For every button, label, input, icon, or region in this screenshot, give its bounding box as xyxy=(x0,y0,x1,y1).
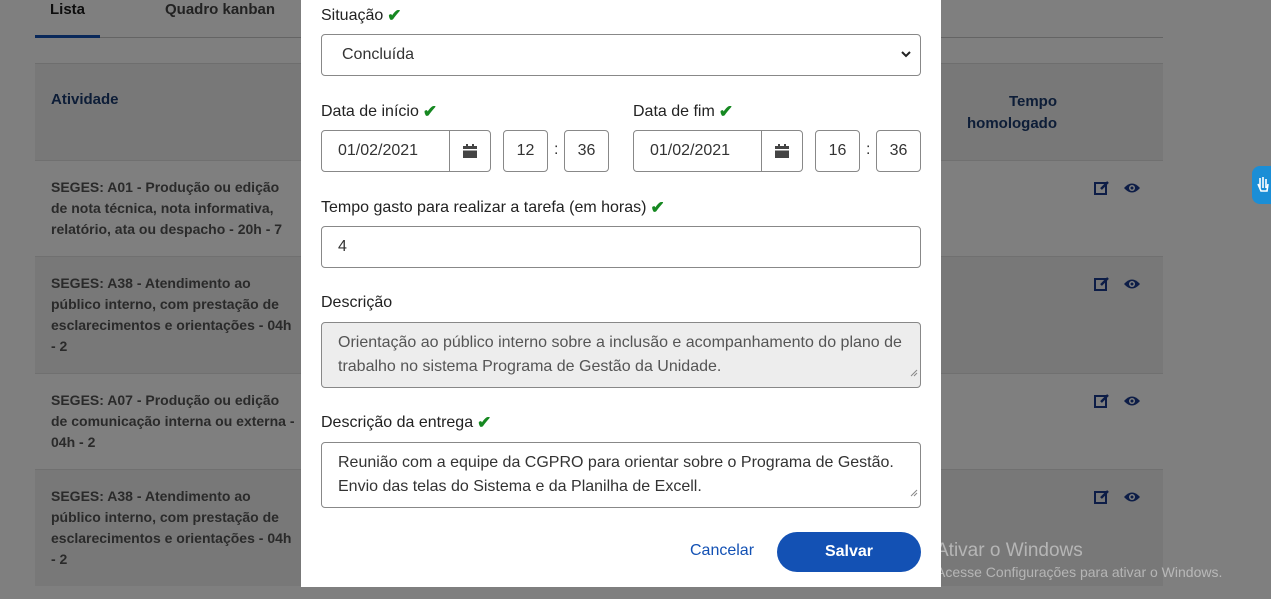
description-label: Descrição xyxy=(321,294,393,311)
calendar-icon[interactable] xyxy=(762,131,802,171)
calendar-icon[interactable] xyxy=(450,131,490,171)
valid-check-icon: ✔ xyxy=(422,102,438,121)
save-button[interactable]: Salvar xyxy=(777,532,921,572)
delivery-label: Descrição da entrega ✔ xyxy=(321,413,492,432)
end-date-field: 01/02/2021 xyxy=(633,130,803,172)
resize-handle-icon xyxy=(910,361,918,385)
time-separator: : xyxy=(554,141,559,158)
cancel-button[interactable]: Cancelar xyxy=(690,542,754,560)
end-date-label: Data de fim ✔ xyxy=(633,102,734,121)
end-minute-input[interactable]: 36 xyxy=(876,130,921,172)
windows-activation-watermark: Ativar o Windows Acesse Configurações pa… xyxy=(936,540,1222,580)
valid-check-icon: ✔ xyxy=(387,6,402,25)
end-date-input[interactable]: 01/02/2021 xyxy=(634,131,762,171)
start-date-label: Data de início ✔ xyxy=(321,102,438,121)
valid-check-icon: ✔ xyxy=(477,413,492,432)
valid-check-icon: ✔ xyxy=(650,198,665,217)
start-hour-input[interactable]: 12 xyxy=(503,130,548,172)
valid-check-icon: ✔ xyxy=(718,102,734,121)
start-date-input[interactable]: 01/02/2021 xyxy=(322,131,450,171)
start-minute-input[interactable]: 36 xyxy=(564,130,609,172)
time-separator: : xyxy=(866,141,871,158)
resize-handle-icon[interactable] xyxy=(910,481,918,505)
start-date-field: 01/02/2021 xyxy=(321,130,491,172)
end-hour-input[interactable]: 16 xyxy=(815,130,860,172)
description-textarea: Orientação ao público interno sobre a in… xyxy=(321,322,921,388)
chevron-down-icon xyxy=(900,35,912,91)
watermark-title: Ativar o Windows xyxy=(936,540,1083,561)
status-select[interactable]: Concluída xyxy=(321,34,921,76)
status-label: Situação ✔ xyxy=(321,6,402,25)
delivery-textarea[interactable]: Reunião com a equipe da CGPRO para orien… xyxy=(321,442,921,508)
accessibility-hand-icon[interactable] xyxy=(1252,166,1271,204)
watermark-subtitle: Acesse Configurações para ativar o Windo… xyxy=(936,564,1223,580)
hours-label: Tempo gasto para realizar a tarefa (em h… xyxy=(321,198,665,217)
edit-activity-modal: Situação ✔ Concluída Data de início ✔ 01… xyxy=(301,0,941,587)
hours-input[interactable]: 4 xyxy=(321,226,921,268)
